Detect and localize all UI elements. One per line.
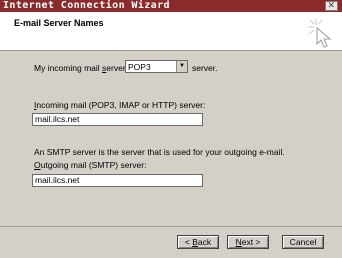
wizard-cursor-icon: [308, 19, 332, 48]
incoming-type-suffix: server.: [192, 63, 218, 73]
selected-value: POP3: [128, 62, 151, 72]
window-title: Internet Connection Wizard: [3, 0, 170, 11]
close-button[interactable]: ✕: [325, 1, 338, 11]
wizard-header: E-mail Server Names: [0, 12, 342, 51]
smtp-note: An SMTP server is the server that is use…: [34, 147, 285, 157]
incoming-server-input[interactable]: mail.ilcs.net: [32, 113, 203, 126]
incoming-server-label: Incoming mail (POP3, IMAP or HTTP) serve…: [34, 100, 206, 110]
wizard-footer: < Back Next > Cancel: [0, 226, 342, 258]
outgoing-server-input[interactable]: mail.ilcs.net: [32, 174, 203, 187]
back-button[interactable]: < Back: [177, 235, 219, 249]
wizard-content: My incoming mail server is a POP3 ▼ serv…: [0, 51, 342, 226]
title-bar: Internet Connection Wizard ✕: [0, 0, 342, 12]
incoming-server-type-select[interactable]: POP3 ▼: [125, 60, 188, 73]
page-title: E-mail Server Names: [14, 18, 104, 28]
outgoing-server-label: Outgoing mail (SMTP) server:: [34, 160, 147, 170]
cancel-button[interactable]: Cancel: [282, 235, 324, 249]
dropdown-arrow-icon[interactable]: ▼: [176, 61, 187, 72]
next-button[interactable]: Next >: [227, 235, 269, 249]
close-icon: ✕: [327, 1, 336, 11]
